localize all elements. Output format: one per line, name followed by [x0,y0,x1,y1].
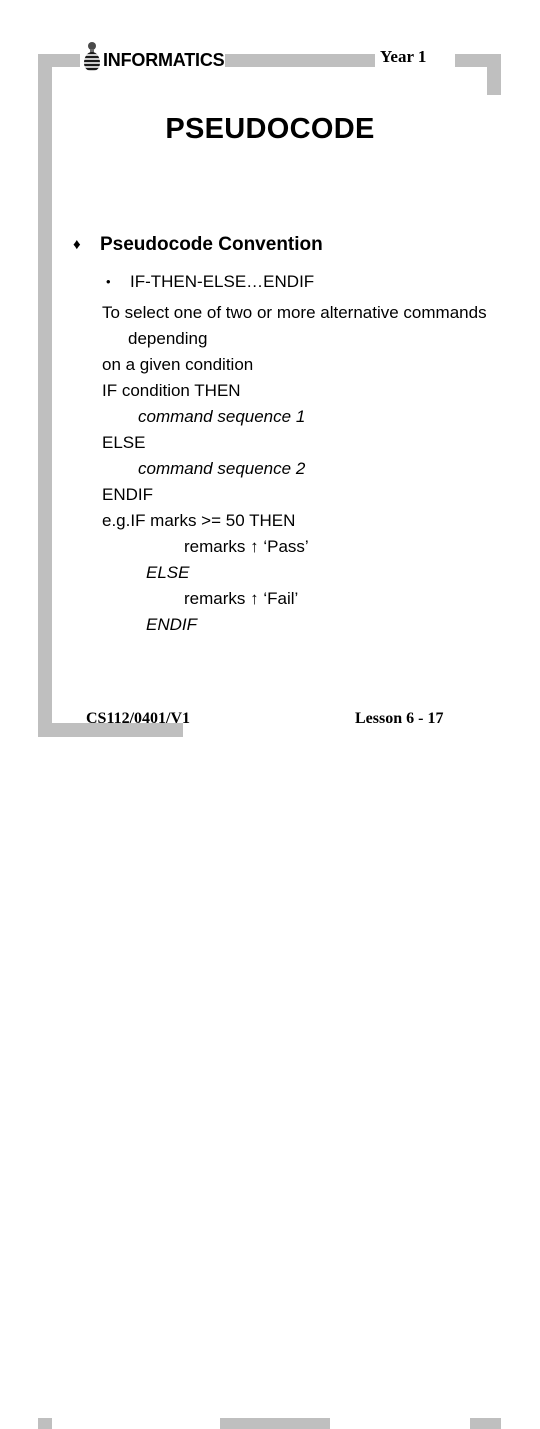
code-line: To select one of two or more alternative… [102,303,487,348]
bullet-item-level2: • IF-THEN-ELSE…ENDIF [0,270,540,294]
slide-header: INFORMATICS Year 1 [0,0,540,100]
footer-rule-right [470,1418,501,1429]
code-line: remarks ↑ ‘Fail’ [184,589,299,608]
header-rule-middle [225,54,375,67]
person-body-icon [84,52,100,71]
footer-lesson-number: Lesson 6 - 17 [355,710,444,727]
slide-body: ♦ Pseudocode Convention • IF-THEN-ELSE…E… [0,232,540,638]
page-title: PSEUDOCODE [165,113,375,145]
logo-wordmark: INFORMATICS [103,50,225,70]
year-label: Year 1 [380,47,427,66]
code-line: command sequence 1 [138,407,306,426]
header-rule-left [38,54,80,67]
code-line: remarks ↑ ‘Pass’ [184,537,309,556]
code-line: on a given condition [102,355,254,374]
footer-course-code: CS112/0401/V1 [86,710,191,727]
bullet-item-level1: ♦ Pseudocode Convention [0,232,540,258]
header-rule-right [455,54,501,67]
footer-rule-left [38,1418,52,1429]
diamond-bullet-icon: ♦ [73,236,81,253]
pseudocode-block: To select one of two or more alternative… [0,300,540,638]
bullet-level2-label: IF-THEN-ELSE…ENDIF [130,272,315,291]
code-line: ENDIF [146,615,197,634]
code-line: e.g.IF marks >= 50 THEN [102,511,296,530]
round-bullet-icon: • [106,274,111,289]
code-line: IF condition THEN [102,381,241,400]
informatics-logo: INFORMATICS [83,40,225,72]
slide-footer [0,700,540,1429]
code-line: command sequence 2 [138,459,306,478]
code-line: ENDIF [102,485,153,504]
bullet-level1-label: Pseudocode Convention [100,234,323,255]
person-figure-icon [83,42,101,72]
code-line: ELSE [102,433,146,452]
footer-rule-middle [220,1418,330,1429]
code-line: ELSE [146,563,190,582]
